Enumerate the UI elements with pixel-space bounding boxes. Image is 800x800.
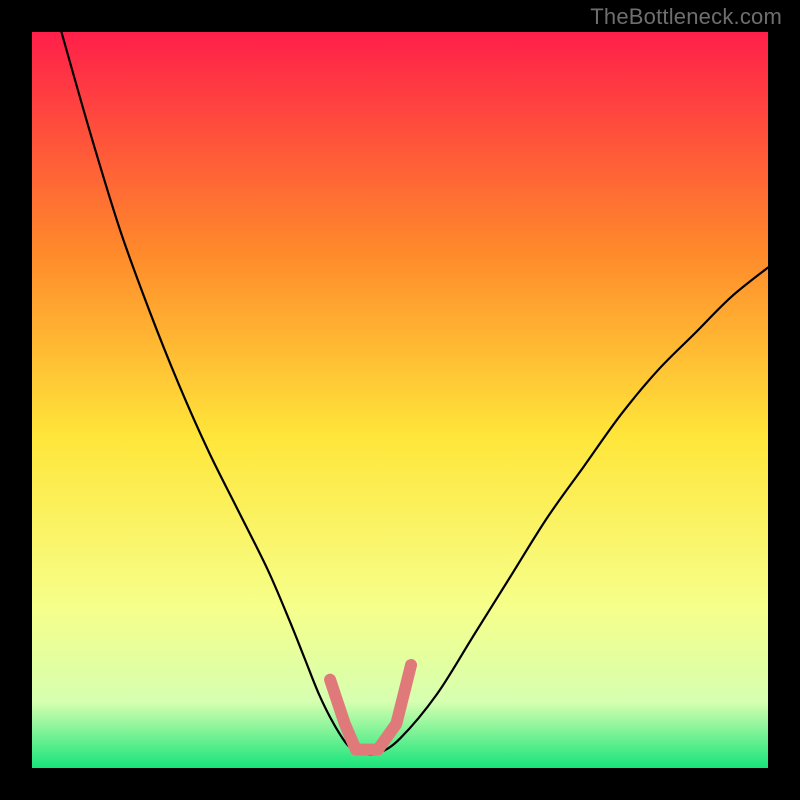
chart-svg bbox=[0, 0, 800, 800]
plot-area bbox=[32, 32, 768, 768]
chart-container: TheBottleneck.com bbox=[0, 0, 800, 800]
watermark-text: TheBottleneck.com bbox=[590, 4, 782, 30]
